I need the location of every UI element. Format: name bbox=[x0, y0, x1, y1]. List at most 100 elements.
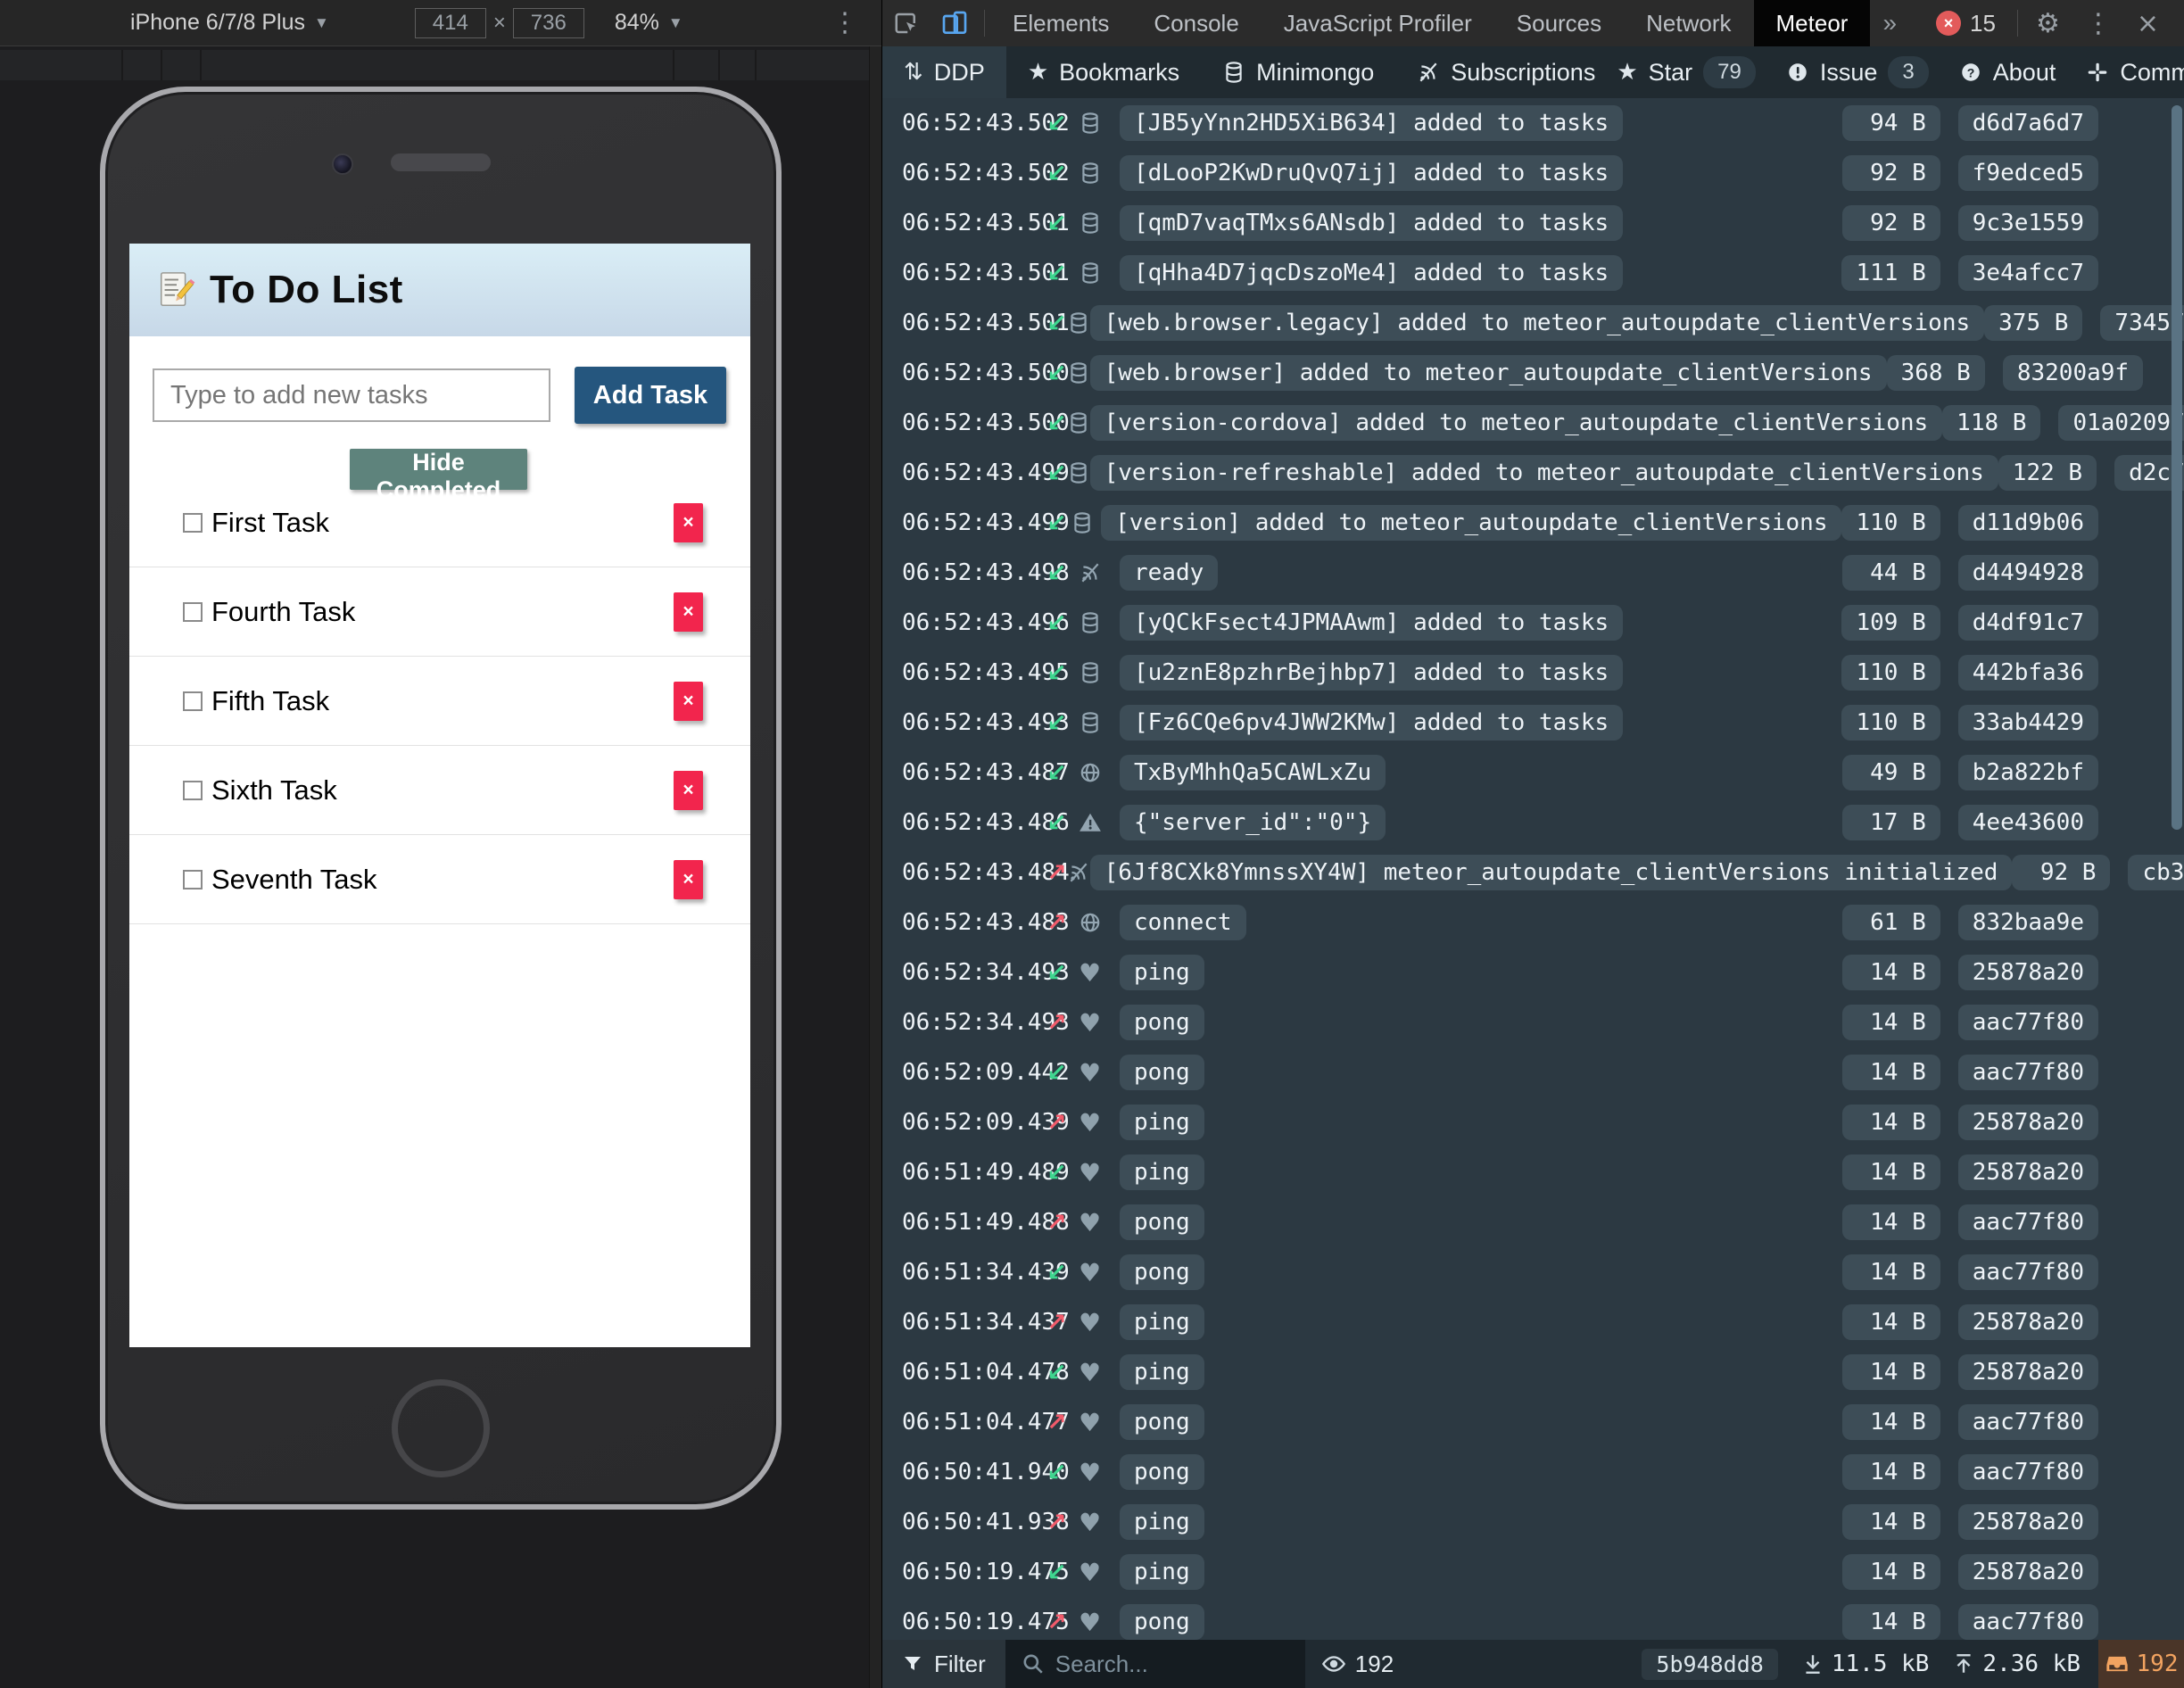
inspect-element-icon[interactable] bbox=[882, 0, 931, 46]
devtools-tab[interactable]: Sources bbox=[1494, 0, 1624, 46]
log-row[interactable]: 06:52:43.501 bbox=[882, 298, 2184, 348]
log-row[interactable]: 06:52:43.501 bbox=[882, 198, 2184, 248]
phone-home-button bbox=[392, 1379, 490, 1477]
task-checkbox[interactable] bbox=[183, 870, 203, 890]
delete-task-button[interactable]: × bbox=[674, 682, 703, 721]
log-row-meta: 14 B 25878a20 bbox=[1842, 1504, 2184, 1540]
log-row[interactable]: 06:52:09.439 bbox=[882, 1097, 2184, 1147]
message-size: 14 B bbox=[1842, 1005, 1940, 1040]
filter-button[interactable]: Filter bbox=[882, 1640, 1005, 1688]
log-timestamp: 06:52:43.487 bbox=[902, 759, 1046, 786]
log-message: [version-refreshable] added to meteor_au… bbox=[1090, 455, 1998, 491]
direction-arrow-icon bbox=[1046, 709, 1079, 737]
add-task-button[interactable]: Add Task bbox=[575, 367, 726, 424]
task-checkbox[interactable] bbox=[183, 602, 203, 622]
log-scrollbar-thumb[interactable] bbox=[2172, 105, 2182, 830]
star-label: Star bbox=[1649, 59, 1693, 87]
zoom-selector[interactable]: 84% bbox=[615, 10, 659, 36]
log-row[interactable]: 06:52:43.500 bbox=[882, 348, 2184, 398]
message-type-icon: ♥ bbox=[1079, 161, 1120, 185]
about-button[interactable]: ? About bbox=[1959, 59, 2056, 87]
error-badge[interactable]: × 15 bbox=[1936, 10, 1996, 37]
log-timestamp: 06:50:41.938 bbox=[902, 1509, 1046, 1535]
log-row[interactable]: 06:51:34.437 bbox=[882, 1297, 2184, 1347]
tab-subscriptions[interactable]: Subscriptions bbox=[1395, 46, 1617, 98]
queued-messages-counter: 192 bbox=[2098, 1640, 2184, 1688]
log-row[interactable]: 06:52:43.502 bbox=[882, 148, 2184, 198]
log-row[interactable]: 06:51:04.478 bbox=[882, 1347, 2184, 1397]
log-row-meta: 14 B aac77f80 bbox=[1842, 1604, 2184, 1640]
page-scrollbar[interactable] bbox=[869, 46, 881, 1688]
log-row-meta: 14 B aac77f80 bbox=[1842, 1254, 2184, 1290]
delete-task-button[interactable]: × bbox=[674, 592, 703, 632]
message-hash: aac77f80 bbox=[1958, 1204, 2098, 1240]
log-row[interactable]: 06:52:43.487 bbox=[882, 748, 2184, 798]
log-row[interactable]: 06:52:43.500 bbox=[882, 398, 2184, 448]
message-size: 368 B bbox=[1887, 355, 1985, 391]
log-message: ping bbox=[1120, 955, 1204, 990]
log-row[interactable]: 06:52:43.498 bbox=[882, 548, 2184, 598]
log-row[interactable]: 06:50:41.940 bbox=[882, 1447, 2184, 1497]
log-row[interactable]: 06:52:43.499 bbox=[882, 448, 2184, 498]
log-row[interactable]: 06:52:43.486 bbox=[882, 798, 2184, 848]
log-row[interactable]: 06:52:43.501 bbox=[882, 248, 2184, 298]
log-row[interactable]: 06:52:34.493 bbox=[882, 947, 2184, 997]
new-task-input[interactable] bbox=[153, 368, 550, 422]
device-toggle-icon[interactable] bbox=[931, 0, 979, 46]
log-row[interactable]: 06:52:43.483 bbox=[882, 898, 2184, 947]
devtools-menu-icon[interactable]: ⋮ bbox=[2072, 8, 2124, 39]
direction-arrow-icon bbox=[1046, 809, 1079, 837]
devtools-tab[interactable]: Network bbox=[1624, 0, 1753, 46]
log-row[interactable]: 06:52:43.502 bbox=[882, 98, 2184, 148]
issues-button[interactable]: Issue 3 bbox=[1786, 56, 1929, 88]
log-row[interactable]: 06:52:43.499 bbox=[882, 498, 2184, 548]
download-icon bbox=[1801, 1652, 1824, 1676]
log-row[interactable]: 06:51:34.439 bbox=[882, 1247, 2184, 1297]
search-input[interactable]: Search... bbox=[1005, 1640, 1305, 1688]
task-checkbox[interactable] bbox=[183, 691, 203, 711]
media-query-bar[interactable] bbox=[0, 50, 869, 80]
log-row[interactable]: 06:52:09.442 bbox=[882, 1047, 2184, 1097]
log-message: [version-cordova] added to meteor_autoup… bbox=[1090, 405, 1943, 441]
log-row[interactable]: 06:52:43.484 bbox=[882, 848, 2184, 898]
settings-gear-icon[interactable]: ⚙ bbox=[2023, 8, 2072, 39]
delete-task-button[interactable]: × bbox=[674, 860, 703, 899]
log-row[interactable]: 06:52:34.493 bbox=[882, 997, 2184, 1047]
log-row[interactable]: 06:52:43.496 bbox=[882, 598, 2184, 648]
community-button[interactable]: Community bbox=[2086, 59, 2184, 87]
log-row[interactable]: 06:50:41.938 bbox=[882, 1497, 2184, 1547]
direction-arrow-icon bbox=[1046, 609, 1079, 637]
github-star-button[interactable]: ★ Star 79 bbox=[1617, 56, 1756, 88]
task-label: Seventh Task bbox=[211, 864, 377, 896]
log-row-meta: 14 B 25878a20 bbox=[1842, 1105, 2184, 1140]
devtools-tab[interactable]: Meteor bbox=[1754, 0, 1871, 46]
log-timestamp: 06:52:43.495 bbox=[902, 659, 1046, 686]
close-devtools-icon[interactable]: × bbox=[2124, 8, 2172, 39]
log-row[interactable]: 06:51:04.477 bbox=[882, 1397, 2184, 1447]
heart-icon: ♥ bbox=[1079, 1508, 1101, 1537]
log-row[interactable]: 06:51:49.489 bbox=[882, 1147, 2184, 1197]
devtools-tab[interactable]: Elements bbox=[990, 0, 1131, 46]
log-row[interactable]: 06:50:19.475 bbox=[882, 1547, 2184, 1597]
devtools-tab[interactable]: JavaScript Profiler bbox=[1262, 0, 1494, 46]
device-selector[interactable]: iPhone 6/7/8 Plus bbox=[130, 10, 305, 36]
viewport-width-input[interactable] bbox=[415, 8, 486, 38]
log-row[interactable]: 06:51:49.488 bbox=[882, 1197, 2184, 1247]
log-row[interactable]: 06:52:43.495 bbox=[882, 648, 2184, 698]
more-options-icon[interactable]: ⋮ bbox=[831, 7, 858, 38]
devtools-tab[interactable]: Console bbox=[1131, 0, 1261, 46]
task-checkbox[interactable] bbox=[183, 781, 203, 800]
delete-task-button[interactable]: × bbox=[674, 771, 703, 810]
community-icon bbox=[2086, 61, 2109, 84]
tab-ddp[interactable]: ⇅ DDP bbox=[882, 46, 1006, 98]
log-row[interactable]: 06:50:19.475 bbox=[882, 1597, 2184, 1640]
log-row-meta: 375 B 73457494 bbox=[1984, 305, 2184, 341]
log-row[interactable]: 06:52:43.493 bbox=[882, 698, 2184, 748]
tab-bookmarks[interactable]: ★ Bookmarks bbox=[1006, 46, 1201, 98]
tab-minimongo[interactable]: Minimongo bbox=[1201, 46, 1395, 98]
task-list: First Task × Fourth Task × Fifth Task × bbox=[129, 478, 750, 924]
delete-task-button[interactable]: × bbox=[674, 503, 703, 542]
viewport-height-input[interactable] bbox=[513, 8, 584, 38]
task-checkbox[interactable] bbox=[183, 513, 203, 533]
more-tabs-icon[interactable]: » bbox=[1870, 9, 1909, 37]
